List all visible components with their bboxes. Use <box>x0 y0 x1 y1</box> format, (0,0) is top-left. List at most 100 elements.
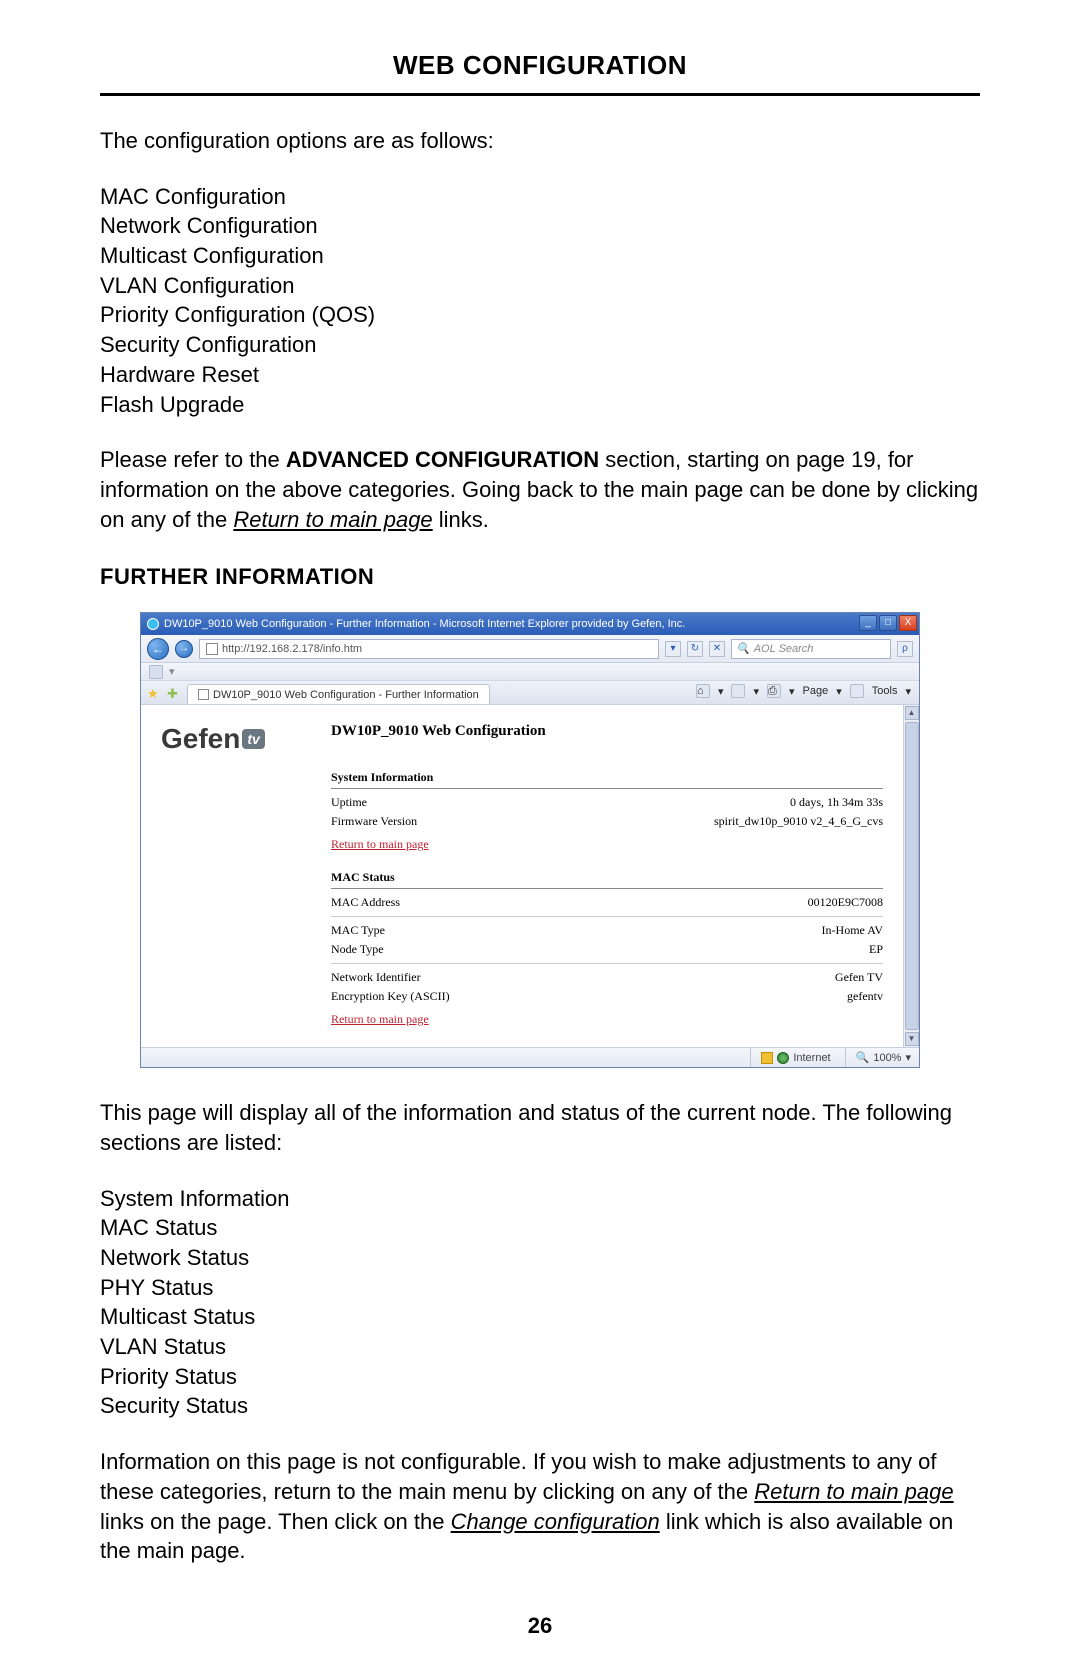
refer-paragraph: Please refer to the ADVANCED CONFIGURATI… <box>100 445 980 534</box>
list-item: Priority Configuration (QOS) <box>100 300 980 330</box>
uptime-value: 0 days, 1h 34m 33s <box>790 795 883 810</box>
advanced-config-label: ADVANCED CONFIGURATION <box>286 447 599 472</box>
list-item: Network Status <box>100 1243 980 1273</box>
sysinfo-header: System Information <box>331 770 883 789</box>
list-item: Multicast Status <box>100 1302 980 1332</box>
status-sections-list: System Information MAC Status Network St… <box>100 1184 980 1422</box>
vertical-scrollbar[interactable]: ▲ ▼ <box>903 705 919 1047</box>
browser-screenshot: DW10P_9010 Web Configuration - Further I… <box>140 612 920 1068</box>
list-item: VLAN Configuration <box>100 271 980 301</box>
zoom-label: 100% <box>873 1052 901 1064</box>
close-button[interactable]: X <box>899 615 917 631</box>
firmware-label: Firmware Version <box>331 814 417 829</box>
firmware-value: spirit_dw10p_9010 v2_4_6_G_cvs <box>714 814 883 829</box>
return-main-link[interactable]: Return to main page <box>331 837 429 852</box>
divider <box>331 963 883 964</box>
refresh-button[interactable]: ↻ <box>687 641 703 657</box>
list-item: System Information <box>100 1184 980 1214</box>
change-config-link-text: Change configuration <box>451 1509 660 1534</box>
uptime-label: Uptime <box>331 795 367 810</box>
scroll-up-button[interactable]: ▲ <box>905 706 919 720</box>
encryption-value: gefentv <box>847 989 883 1004</box>
mac-type-value: In-Home AV <box>822 923 883 938</box>
maximize-button[interactable]: □ <box>879 615 897 631</box>
list-item: VLAN Status <box>100 1332 980 1362</box>
minimize-button[interactable]: _ <box>859 615 877 631</box>
home-icon[interactable]: ⌂ <box>696 684 710 698</box>
search-go-button[interactable]: ρ <box>897 641 913 657</box>
list-item: Security Configuration <box>100 330 980 360</box>
url-text: http://192.168.2.178/info.htm <box>222 643 362 655</box>
nav-toolbar: ← → http://192.168.2.178/info.htm ▾ ↻ ✕ … <box>141 635 919 663</box>
page-number: 26 <box>0 1613 1080 1639</box>
uptime-row: Uptime 0 days, 1h 34m 33s <box>331 793 883 812</box>
forward-button[interactable]: → <box>175 640 193 658</box>
mac-address-value: 00120E9C7008 <box>808 895 883 910</box>
logo-text: Gefen <box>161 723 240 755</box>
toolbar-button[interactable] <box>149 665 163 679</box>
tab-label: DW10P_9010 Web Configuration - Further I… <box>213 689 479 701</box>
mac-address-row: MAC Address 00120E9C7008 <box>331 893 883 912</box>
stop-button[interactable]: ✕ <box>709 641 725 657</box>
feeds-icon[interactable] <box>731 684 745 698</box>
address-bar[interactable]: http://192.168.2.178/info.htm <box>199 639 659 659</box>
network-id-row: Network Identifier Gefen TV <box>331 968 883 987</box>
config-content: DW10P_9010 Web Configuration System Info… <box>331 705 903 1047</box>
status-bar: Internet 🔍 100% ▾ <box>141 1047 919 1067</box>
address-dropdown[interactable]: ▾ <box>665 641 681 657</box>
browser-tab[interactable]: DW10P_9010 Web Configuration - Further I… <box>187 684 490 704</box>
search-box[interactable]: 🔍 AOL Search <box>731 639 891 659</box>
favorites-icon[interactable]: ★ <box>147 686 161 700</box>
zone-label: Internet <box>793 1052 830 1064</box>
return-main-link[interactable]: Return to main page <box>331 1012 429 1027</box>
logo-tv-badge: tv <box>242 729 264 749</box>
network-id-value: Gefen TV <box>835 970 883 985</box>
mac-address-label: MAC Address <box>331 895 400 910</box>
return-link-text: Return to main page <box>233 507 432 532</box>
ie-icon <box>147 618 159 630</box>
scroll-down-button[interactable]: ▼ <box>905 1032 919 1046</box>
text-span: Please refer to the <box>100 447 286 472</box>
tools-icon[interactable] <box>850 684 864 698</box>
list-item: Network Configuration <box>100 211 980 241</box>
add-favorite-icon[interactable]: ✚ <box>167 686 181 700</box>
list-item: Hardware Reset <box>100 360 980 390</box>
page-menu[interactable]: Page <box>803 685 829 697</box>
node-type-row: Node Type EP <box>331 940 883 959</box>
search-placeholder: AOL Search <box>754 643 814 655</box>
back-button[interactable]: ← <box>147 638 169 660</box>
print-icon[interactable]: ⎙ <box>767 684 781 698</box>
page-icon <box>206 643 218 655</box>
list-item: Security Status <box>100 1391 980 1421</box>
text-span: links. <box>433 507 489 532</box>
list-item: MAC Configuration <box>100 182 980 212</box>
divider <box>331 916 883 917</box>
text-span: links on the page. Then click on the <box>100 1509 451 1534</box>
desc-text: This page will display all of the inform… <box>100 1098 980 1157</box>
intro-text: The configuration options are as follows… <box>100 126 980 156</box>
tab-bar: ★ ✚ DW10P_9010 Web Configuration - Furth… <box>141 681 919 705</box>
firmware-row: Firmware Version spirit_dw10p_9010 v2_4_… <box>331 812 883 831</box>
footer-paragraph: Information on this page is not configur… <box>100 1447 980 1566</box>
window-titlebar: DW10P_9010 Web Configuration - Further I… <box>141 613 919 635</box>
further-info-heading: FURTHER INFORMATION <box>100 564 980 590</box>
window-title: DW10P_9010 Web Configuration - Further I… <box>164 618 685 630</box>
node-type-label: Node Type <box>331 942 384 957</box>
encryption-label: Encryption Key (ASCII) <box>331 989 450 1004</box>
warning-icon <box>761 1052 773 1064</box>
network-id-label: Network Identifier <box>331 970 421 985</box>
list-item: Priority Status <box>100 1362 980 1392</box>
tools-menu[interactable]: Tools <box>872 685 898 697</box>
mac-type-label: MAC Type <box>331 923 385 938</box>
mac-type-row: MAC Type In-Home AV <box>331 921 883 940</box>
page-icon <box>198 689 209 700</box>
search-icon: 🔍 <box>736 642 750 655</box>
logo-column: Gefentv <box>141 705 331 1047</box>
list-item: MAC Status <box>100 1213 980 1243</box>
macstatus-header: MAC Status <box>331 870 883 889</box>
config-options-list: MAC Configuration Network Configuration … <box>100 182 980 420</box>
page-title: WEB CONFIGURATION <box>100 50 980 96</box>
scroll-thumb[interactable] <box>905 722 919 1030</box>
list-item: PHY Status <box>100 1273 980 1303</box>
encryption-row: Encryption Key (ASCII) gefentv <box>331 987 883 1006</box>
